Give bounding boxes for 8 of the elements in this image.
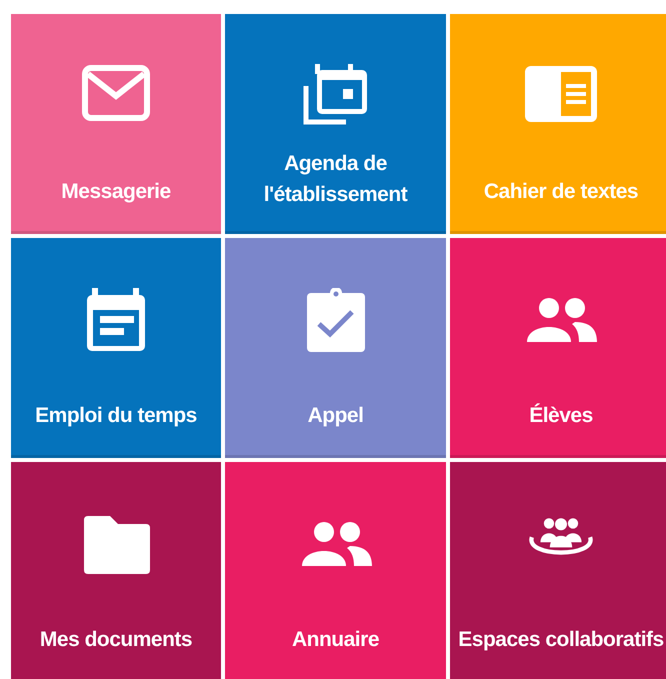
- app-tile[interactable]: Appel: [225, 238, 446, 458]
- app-tile[interactable]: Agenda de l'établissement: [225, 14, 446, 234]
- app-tile[interactable]: Messagerie: [11, 14, 221, 234]
- app-tile[interactable]: Annuaire: [225, 462, 446, 679]
- app-tile[interactable]: Espaces collaboratifs: [450, 462, 666, 679]
- app-tile[interactable]: Mes documents: [11, 462, 221, 679]
- app-tile[interactable]: Élèves: [450, 238, 666, 458]
- app-tile[interactable]: Emploi du temps: [11, 238, 221, 458]
